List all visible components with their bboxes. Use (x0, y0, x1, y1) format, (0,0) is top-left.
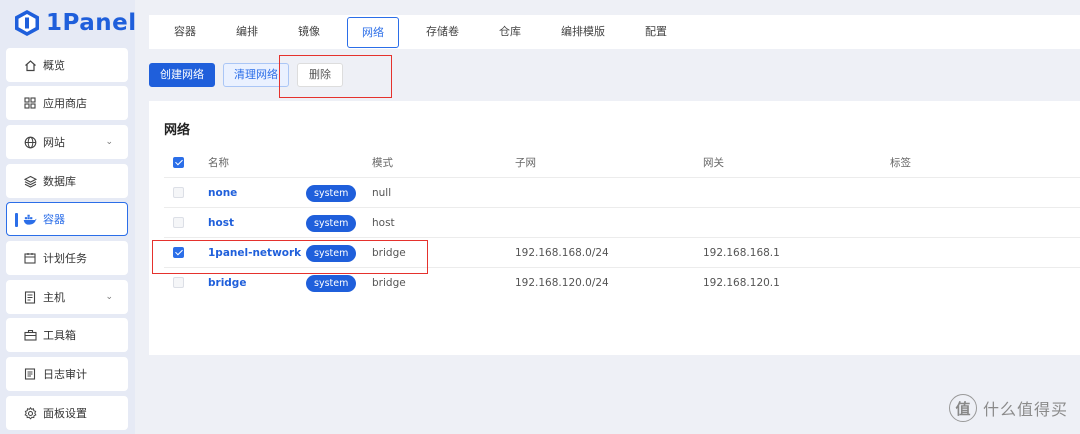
row-checkbox[interactable] (173, 178, 184, 208)
chevron-down-icon: ⌄ (105, 292, 113, 302)
sidebar-item-label: 面板设置 (43, 407, 87, 420)
sidebar-item-label: 工具箱 (43, 329, 76, 342)
sidebar-item-settings[interactable]: 面板设置 (6, 396, 128, 430)
sidebar-item-label: 应用商店 (43, 97, 87, 110)
tab-volumes[interactable]: 存储卷 (413, 17, 472, 47)
network-name[interactable]: host (208, 208, 234, 238)
docker-icon (23, 212, 37, 226)
sidebar-item-overview[interactable]: 概览 (6, 48, 128, 82)
column-header-gateway: 网关 (703, 157, 724, 169)
network-panel: 网络 名称 模式 子网 网关 标签 none system null host … (149, 101, 1080, 355)
sidebar-item-label: 容器 (43, 213, 65, 226)
layers-icon (23, 174, 37, 188)
home-icon (23, 58, 37, 72)
row-checkbox[interactable] (173, 208, 184, 238)
tab-repositories[interactable]: 仓库 (486, 17, 534, 47)
logo-text: 1Panel (46, 10, 137, 36)
sidebar-item-host[interactable]: 主机 ⌄ (6, 280, 128, 314)
network-subnet: 192.168.168.0/24 (515, 247, 609, 259)
globe-icon (23, 135, 37, 149)
sidebar-item-label: 数据库 (43, 175, 76, 188)
network-table: 名称 模式 子网 网关 标签 none system null host sys… (164, 148, 1080, 298)
create-network-button[interactable]: 创建网络 (149, 63, 215, 87)
sidebar-item-container[interactable]: 容器 (6, 202, 128, 236)
network-subnet: 192.168.120.0/24 (515, 277, 609, 289)
logo-icon (15, 10, 39, 36)
column-header-mode: 模式 (372, 157, 393, 169)
table-row[interactable]: none system null (164, 178, 1080, 208)
sidebar-item-database[interactable]: 数据库 (6, 164, 128, 198)
tab-networks[interactable]: 网络 (347, 16, 399, 48)
log-icon (23, 367, 37, 381)
sidebar-item-cron[interactable]: 计划任务 (6, 241, 128, 275)
tab-images[interactable]: 镜像 (285, 17, 333, 47)
network-mode: null (372, 187, 392, 199)
tab-containers[interactable]: 容器 (161, 17, 209, 47)
chevron-down-icon: ⌄ (105, 137, 113, 147)
app-logo[interactable]: 1Panel (14, 8, 137, 38)
watermark-text: 什么值得买 (982, 400, 1068, 419)
tab-compose[interactable]: 编排 (223, 17, 271, 47)
grid-icon (23, 96, 37, 110)
sidebar-item-app-store[interactable]: 应用商店 (6, 86, 128, 120)
column-header-labels: 标签 (890, 157, 911, 169)
watermark: 值 什么值得买 (948, 394, 1068, 422)
select-all-checkbox[interactable] (173, 148, 184, 178)
table-header: 名称 模式 子网 网关 标签 (164, 148, 1080, 178)
column-header-name: 名称 (208, 157, 229, 169)
tab-config[interactable]: 配置 (632, 17, 680, 47)
container-tabs: 容器 编排 镜像 网络 存储卷 仓库 编排模版 配置 (149, 15, 1080, 49)
sidebar-item-logs[interactable]: 日志审计 (6, 357, 128, 391)
panel-title: 网络 (164, 123, 191, 138)
network-gateway: 192.168.168.1 (703, 247, 780, 259)
server-icon (23, 290, 37, 304)
sidebar: 1Panel 概览 应用商店 网站 ⌄ 数据库 容器 计划任务 主机 ⌄ 工具箱… (0, 0, 137, 434)
highlight-box-delete (279, 55, 392, 98)
toolbox-icon (23, 328, 37, 342)
calendar-icon (23, 251, 37, 265)
network-name[interactable]: none (208, 178, 237, 208)
sidebar-item-website[interactable]: 网站 ⌄ (6, 125, 128, 159)
network-mode: host (372, 217, 395, 229)
highlight-box-selected-row (152, 240, 428, 274)
status-badge: system (306, 208, 357, 238)
network-gateway: 192.168.120.1 (703, 277, 780, 289)
active-indicator (15, 213, 18, 227)
sidebar-item-label: 主机 (43, 291, 65, 304)
sidebar-item-toolbox[interactable]: 工具箱 (6, 318, 128, 352)
gear-icon (23, 406, 37, 420)
status-badge: system (306, 178, 357, 208)
sidebar-item-label: 概览 (43, 59, 65, 72)
tab-compose-templates[interactable]: 编排模版 (548, 17, 618, 47)
column-header-subnet: 子网 (515, 157, 536, 169)
table-row[interactable]: host system host (164, 208, 1080, 238)
watermark-logo-icon: 值 (948, 394, 977, 422)
sidebar-item-label: 网站 (43, 136, 65, 149)
sidebar-item-label: 日志审计 (43, 368, 87, 381)
sidebar-item-label: 计划任务 (43, 252, 87, 265)
